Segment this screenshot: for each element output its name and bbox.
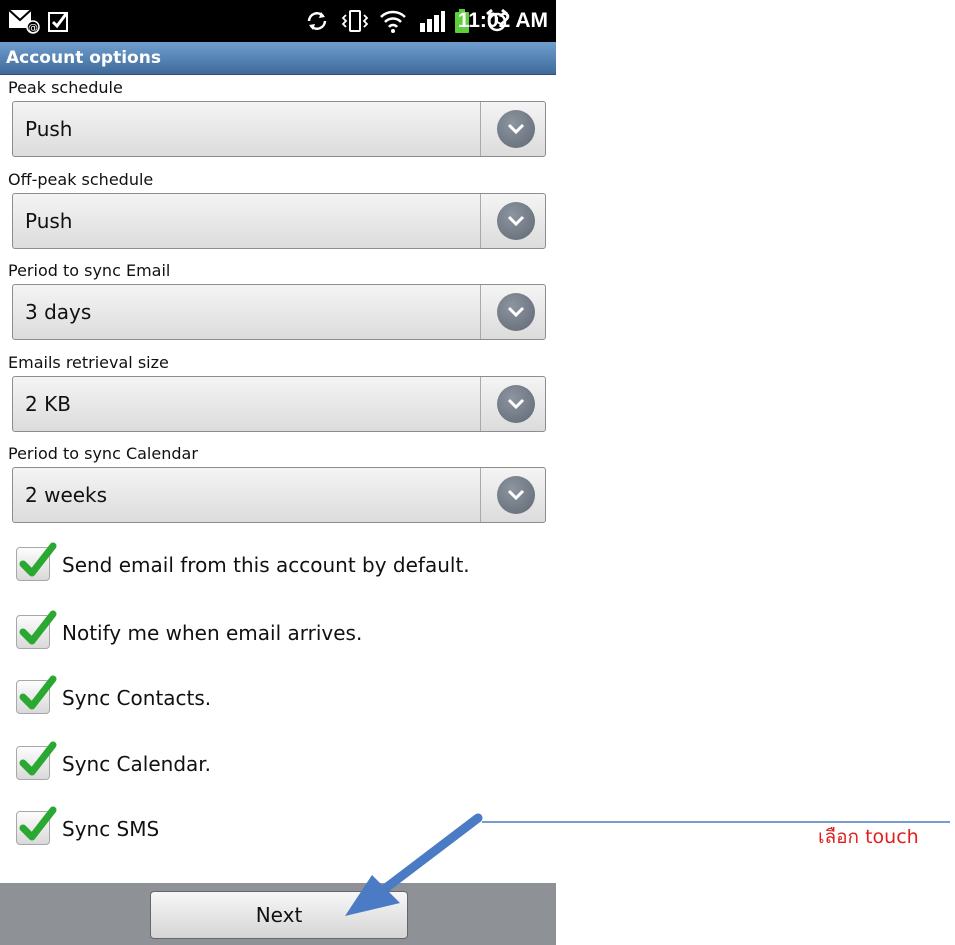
annotation-overlay (345, 813, 950, 916)
annotation-label: เลือก touch (818, 826, 919, 848)
annotation-arrow-shaft (365, 813, 483, 905)
